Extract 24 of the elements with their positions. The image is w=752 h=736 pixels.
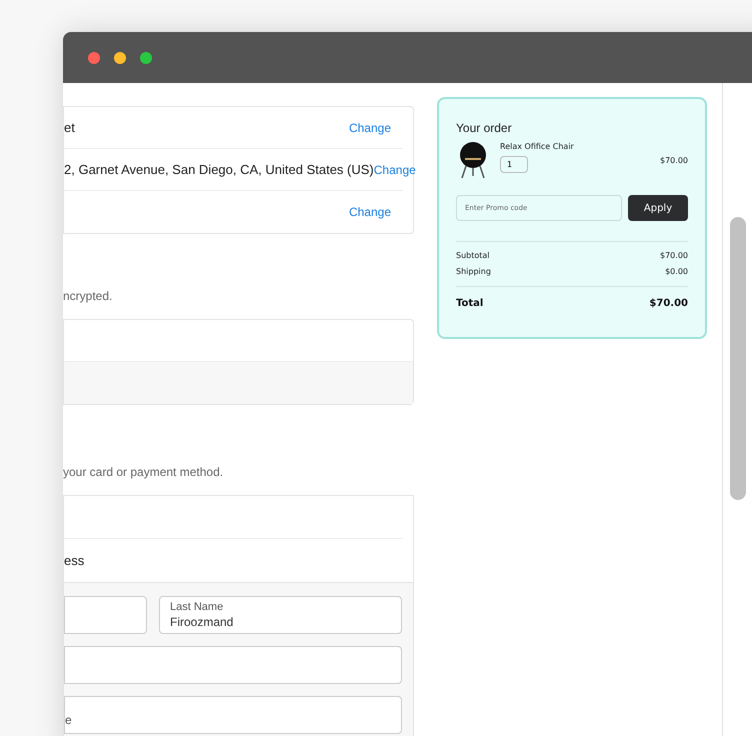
input-field[interactable] <box>64 646 402 684</box>
security-note: ncrypted. <box>63 288 114 305</box>
last-name-field[interactable]: Last Name Firoozmand <box>159 596 402 634</box>
summary-value: $70.00 <box>660 250 688 262</box>
summary-label: Shipping <box>456 266 491 278</box>
product-price: $70.00 <box>660 155 688 167</box>
total-label: Total <box>456 297 484 311</box>
summary-label: Subtotal <box>456 250 490 262</box>
billing-option-label: ess <box>64 552 84 570</box>
scrollbar-thumb[interactable] <box>730 217 746 500</box>
summary-text: 2, Garnet Avenue, San Diego, CA, United States (US) <box>64 160 374 179</box>
apply-button[interactable]: Apply <box>628 195 688 221</box>
change-link[interactable]: Change <box>348 118 391 136</box>
product-name: Relax Ofifice Chair <box>500 141 574 153</box>
order-title: Your order <box>456 120 513 137</box>
summary-text: et <box>64 118 75 137</box>
quantity-field[interactable]: 1 <box>500 156 528 173</box>
address-field[interactable]: e <box>64 696 402 734</box>
change-link[interactable]: Change <box>374 160 416 178</box>
first-name-field[interactable] <box>64 596 147 634</box>
total-value: $70.00 <box>649 297 688 311</box>
payment-note: your card or payment method. <box>63 464 224 481</box>
change-link[interactable]: Change <box>348 203 391 221</box>
summary-value: $0.00 <box>665 266 688 278</box>
